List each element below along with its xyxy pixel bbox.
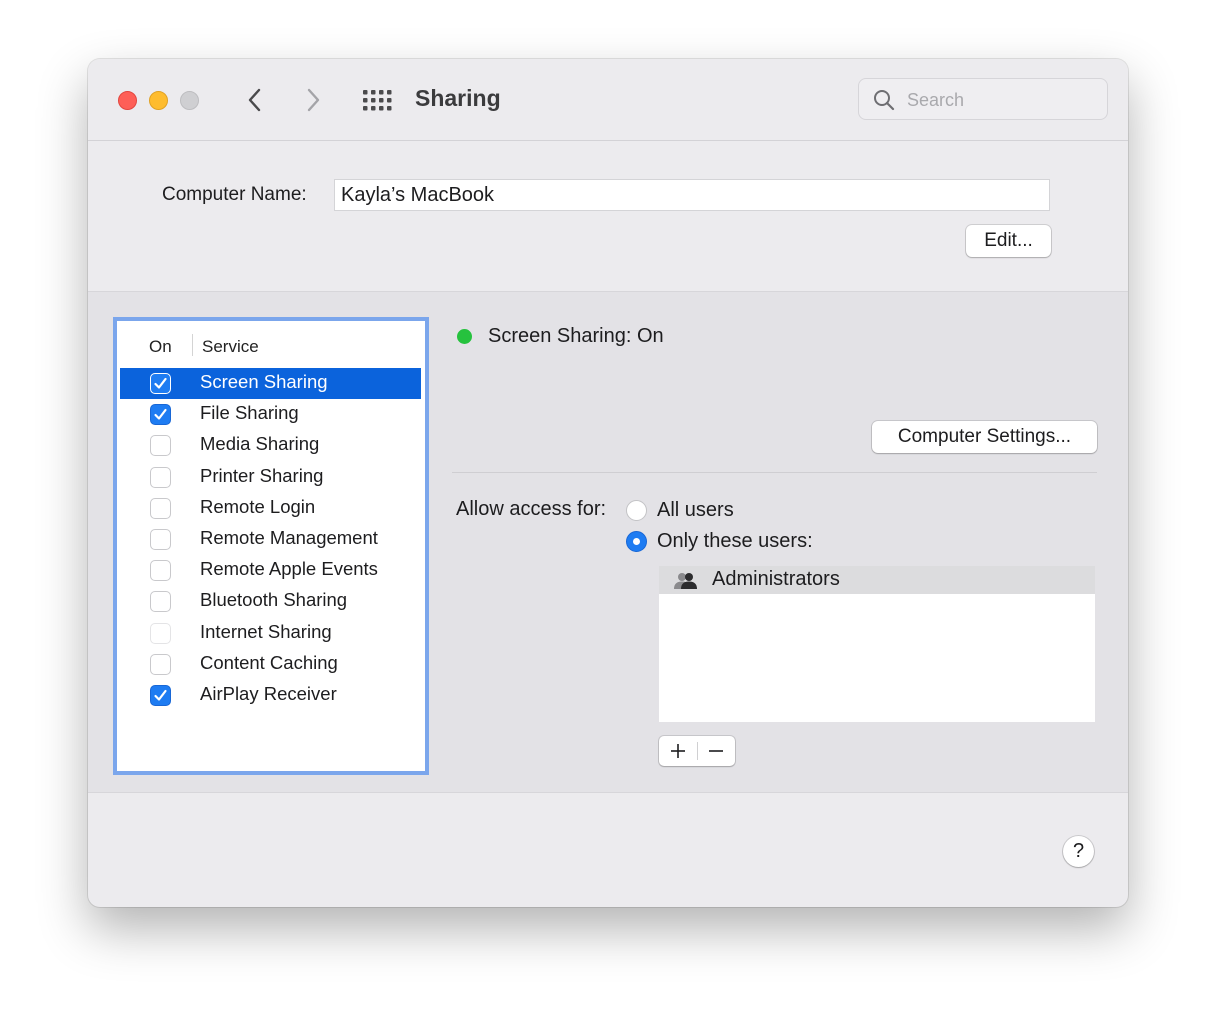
computer-name-label: Computer Name: <box>162 184 307 205</box>
service-row[interactable]: Internet Sharing <box>120 618 421 649</box>
show-all-button[interactable] <box>361 83 393 117</box>
service-row[interactable]: Remote Login <box>120 493 421 524</box>
service-row[interactable]: Bluetooth Sharing <box>120 586 421 617</box>
search-field[interactable] <box>858 78 1108 120</box>
service-checkbox[interactable] <box>150 373 171 394</box>
status-indicator-icon <box>457 329 472 344</box>
service-status: Screen Sharing: On <box>488 325 664 347</box>
grid-icon <box>363 90 392 111</box>
service-row[interactable]: Content Caching <box>120 649 421 680</box>
edit-button[interactable]: Edit... <box>966 225 1051 257</box>
service-checkbox[interactable] <box>150 685 171 706</box>
search-input[interactable] <box>905 87 1099 113</box>
service-checkbox[interactable] <box>150 435 171 457</box>
sharing-window: Sharing Computer Name: Edit... On Servic… <box>88 59 1128 907</box>
services-list-header: On Service <box>115 319 427 364</box>
computer-settings-button[interactable]: Computer Settings... <box>872 421 1097 453</box>
sharing-panel: On Service Screen Sharing File Sharing Med… <box>88 291 1128 793</box>
minimize-window-button[interactable] <box>149 91 168 110</box>
service-checkbox[interactable] <box>150 560 171 582</box>
computer-name-field[interactable] <box>334 179 1050 211</box>
service-label: Content Caching <box>200 651 338 673</box>
window-title: Sharing <box>415 85 501 111</box>
service-label: Internet Sharing <box>200 620 332 642</box>
service-row[interactable]: Remote Apple Events <box>120 555 421 586</box>
help-button[interactable]: ? <box>1063 836 1094 867</box>
service-checkbox[interactable] <box>150 404 171 426</box>
service-label: File Sharing <box>200 402 299 424</box>
only-these-users-label[interactable]: Only these users: <box>657 530 813 553</box>
service-row[interactable]: Remote Management <box>120 524 421 555</box>
chevron-left-icon <box>248 88 261 112</box>
services-list[interactable]: On Service Screen Sharing File Sharing Med… <box>113 317 429 775</box>
service-label: Bluetooth Sharing <box>200 589 348 611</box>
checkmark-icon <box>154 377 167 389</box>
title-bar: Sharing <box>88 59 1128 141</box>
service-label: Remote Management <box>200 527 378 548</box>
add-remove-control <box>659 736 735 766</box>
search-icon <box>874 90 895 111</box>
service-label: Printer Sharing <box>200 464 324 486</box>
service-checkbox[interactable] <box>150 653 171 675</box>
close-window-button[interactable] <box>118 91 137 110</box>
service-checkbox[interactable] <box>150 497 171 519</box>
service-label: Remote Apple Events <box>200 558 378 580</box>
plus-icon <box>671 744 685 758</box>
column-separator <box>192 334 193 356</box>
checkmark-icon <box>154 409 167 420</box>
minus-icon <box>709 750 723 752</box>
divider <box>452 472 1097 473</box>
service-row[interactable]: Screen Sharing <box>120 368 421 399</box>
back-button[interactable] <box>240 83 270 117</box>
forward-button[interactable] <box>298 83 328 117</box>
service-checkbox[interactable] <box>150 529 171 550</box>
service-row[interactable]: AirPlay Receiver <box>120 680 421 711</box>
service-checkbox[interactable] <box>150 466 171 488</box>
service-row[interactable]: Printer Sharing <box>120 462 421 493</box>
service-row[interactable]: File Sharing <box>120 399 421 430</box>
allow-access-label: Allow access for: <box>456 498 607 520</box>
chevron-right-icon <box>307 88 320 112</box>
all-users-radio[interactable] <box>626 500 647 521</box>
service-checkbox <box>150 622 171 644</box>
service-row[interactable]: Media Sharing <box>120 430 421 461</box>
zoom-window-button[interactable] <box>180 91 199 110</box>
column-header-on[interactable]: On <box>149 337 172 357</box>
service-label: Screen Sharing <box>200 371 328 392</box>
remove-user-button[interactable] <box>697 736 735 766</box>
user-name: Administrators <box>712 568 840 590</box>
only-these-users-radio[interactable] <box>626 531 647 552</box>
service-label: Media Sharing <box>200 433 320 455</box>
service-label: AirPlay Receiver <box>200 683 337 704</box>
users-list[interactable]: Administrators <box>659 566 1095 722</box>
service-label: Remote Login <box>200 495 316 517</box>
all-users-label[interactable]: All users <box>657 499 734 522</box>
group-icon <box>674 573 697 589</box>
column-header-service[interactable]: Service <box>202 337 259 357</box>
checkmark-icon <box>154 689 167 701</box>
add-user-button[interactable] <box>659 736 697 766</box>
service-checkbox[interactable] <box>150 591 171 613</box>
list-item[interactable]: Administrators <box>659 566 1095 594</box>
